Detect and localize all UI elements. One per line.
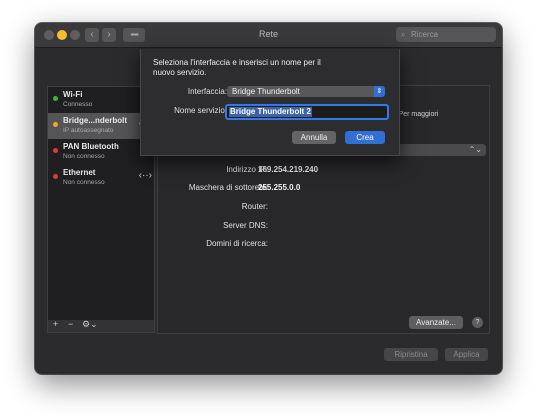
subnet-mask-value: 255.255.0.0 <box>258 183 301 192</box>
help-button[interactable]: ? <box>472 317 483 328</box>
search-icon: ⌕ <box>401 30 406 39</box>
service-name: Wi-Fi <box>63 90 83 99</box>
service-item-bridge-thunderbolt[interactable]: Bridge...nderbolt IP autoassegnato ‹··› <box>48 113 154 139</box>
advanced-button[interactable]: Avanzate... <box>409 316 463 329</box>
service-item-pan-bluetooth[interactable]: PAN Bluetooth Non connesso ᛒ <box>48 139 154 165</box>
service-name-label: Nome servizio: <box>174 106 227 115</box>
apply-button[interactable]: Applica <box>445 348 488 361</box>
cancel-button[interactable]: Annulla <box>292 131 336 144</box>
status-dot <box>53 174 58 179</box>
remove-service-button[interactable]: − <box>68 319 73 329</box>
interface-value: Bridge Thunderbolt <box>232 87 300 96</box>
arrows-icon: ‹··› <box>138 170 152 181</box>
search-input[interactable]: ⌕ Ricerca <box>396 27 496 42</box>
service-status: IP autoassegnato <box>63 127 114 134</box>
service-list: Wi-Fi Connesso Bridge...nderbolt IP auto… <box>47 86 155 322</box>
service-name-field[interactable]: Bridge Thunderbolt 2 <box>225 104 389 120</box>
new-service-sheet: Seleziona l'interfaccia e inserisci un n… <box>140 49 400 156</box>
ip-address-value: 169.254.219.240 <box>258 165 319 174</box>
status-dot <box>53 96 58 101</box>
router-label: Router: <box>241 202 268 211</box>
create-button[interactable]: Crea <box>345 131 385 144</box>
status-dot <box>53 122 58 127</box>
status-dot <box>53 148 58 153</box>
service-list-toolbar: + − ⚙︎⌄ <box>47 319 155 333</box>
chevron-updown-icon: ⇕ <box>374 86 385 97</box>
revert-button[interactable]: Ripristina <box>384 348 438 361</box>
interface-popup[interactable]: Bridge Thunderbolt ⇕ <box>227 86 385 97</box>
sheet-message: Seleziona l'interfaccia e inserisci un n… <box>153 58 321 77</box>
search-domains-label: Domini di ricerca: <box>206 239 268 248</box>
service-item-ethernet[interactable]: Ethernet Non connesso ‹··› <box>48 165 154 191</box>
service-name-value: Bridge Thunderbolt 2 <box>229 107 312 117</box>
service-status: Non connesso <box>63 153 105 160</box>
add-service-button[interactable]: + <box>53 319 58 329</box>
service-name: PAN Bluetooth <box>63 142 119 151</box>
search-placeholder: Ricerca <box>411 30 439 39</box>
dns-server-label: Server DNS: <box>223 221 268 230</box>
service-name: Bridge...nderbolt <box>63 116 127 125</box>
chevron-updown-icon: ⌃⌄ <box>468 145 482 154</box>
service-name: Ethernet <box>63 168 96 177</box>
service-status: Connesso <box>63 101 93 108</box>
gear-icon[interactable]: ⚙︎⌄ <box>82 319 98 330</box>
service-status: Non connesso <box>63 179 105 186</box>
interface-label: Interfaccia: <box>187 87 227 96</box>
subnet-mask-label: Maschera di sottorete: <box>188 183 268 192</box>
service-item-wifi[interactable]: Wi-Fi Connesso <box>48 87 154 113</box>
title-bar: ‹ › ▪▪▪▪ Rete ⌕ Ricerca <box>35 23 502 48</box>
